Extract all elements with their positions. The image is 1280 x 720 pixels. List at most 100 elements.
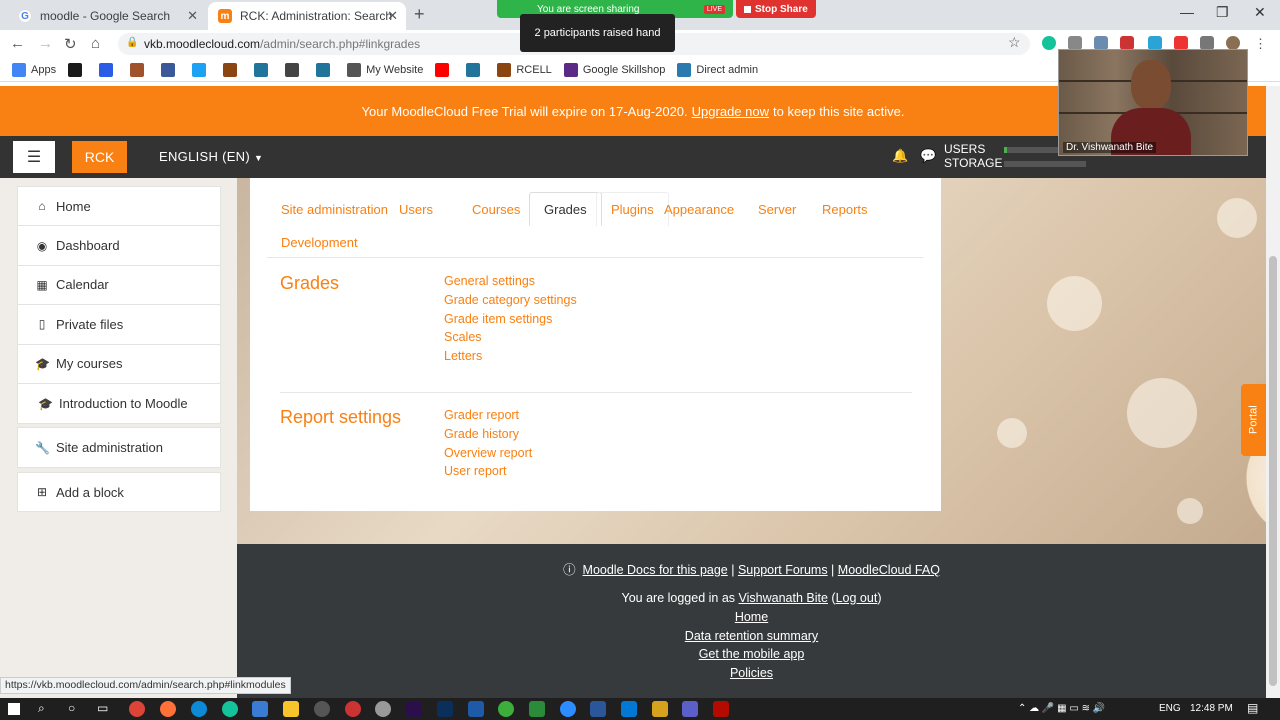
data-retention-link[interactable]: Data retention summary [685, 629, 818, 643]
profile-avatar[interactable] [1226, 36, 1240, 50]
tab-grades[interactable]: Grades [529, 192, 602, 226]
firefox-taskbar-icon[interactable] [160, 701, 176, 717]
extension-icon-4[interactable] [1148, 36, 1162, 50]
tab-server[interactable]: Server [744, 192, 810, 226]
user-profile-link[interactable]: Vishwanath Bite [739, 591, 828, 605]
bookmark-item[interactable] [316, 62, 335, 77]
settings-link[interactable]: General settings [444, 272, 577, 291]
extension-icon-3[interactable] [1120, 36, 1134, 50]
app-taskbar-icon[interactable] [498, 701, 514, 717]
extension-icon-5[interactable] [1174, 36, 1188, 50]
notifications-bell-icon[interactable]: 🔔 [892, 148, 908, 164]
scrollbar-thumb[interactable] [1269, 256, 1277, 686]
page-scrollbar[interactable] [1266, 86, 1280, 698]
reload-icon[interactable]: ↻ [64, 35, 77, 53]
home-browser-icon[interactable]: ⌂ [91, 35, 100, 52]
app-taskbar-icon[interactable] [314, 701, 330, 717]
bookmark-item[interactable] [130, 62, 149, 77]
messages-icon[interactable]: 💬 [920, 148, 936, 164]
search-icon[interactable]: ⌕ [38, 701, 45, 716]
hamburger-menu-button[interactable]: ☰ [13, 141, 55, 173]
settings-link[interactable]: Grade item settings [444, 310, 577, 329]
tab-reports[interactable]: Reports [808, 192, 882, 226]
premiere-icon[interactable] [406, 701, 422, 717]
windows-start-icon[interactable] [8, 703, 20, 715]
bookmark-item[interactable]: Apps [12, 62, 56, 77]
extension-icon-2[interactable] [1094, 36, 1108, 50]
moodle-docs-link[interactable]: Moodle Docs for this page [583, 563, 728, 577]
photoshop-icon[interactable] [437, 701, 453, 717]
settings-link[interactable]: Letters [444, 347, 577, 366]
tab-users[interactable]: Users [385, 192, 447, 226]
app-taskbar-icon[interactable] [222, 701, 238, 717]
nav-item-introduction-to-moodle[interactable]: 🎓 Introduction to Moodle [18, 384, 220, 423]
tab-site-administration[interactable]: Site administration [267, 192, 402, 226]
mobile-app-link[interactable]: Get the mobile app [699, 647, 805, 661]
task-view-icon[interactable]: ▭ [97, 701, 108, 715]
settings-link[interactable]: Overview report [444, 444, 532, 463]
clock[interactable]: 12:48 PM [1190, 703, 1233, 714]
nav-item-my-courses[interactable]: 🎓 My courses [18, 345, 220, 384]
upgrade-link[interactable]: Upgrade now [692, 104, 769, 119]
browser-tab-moodle[interactable]: m RCK: Administration: Search ✕ [208, 2, 406, 30]
cortana-icon[interactable]: ○ [68, 701, 75, 715]
browser-menu-icon[interactable]: ⋮ [1254, 36, 1268, 51]
bookmark-item[interactable] [223, 62, 242, 77]
nav-item-calendar[interactable]: ▦ Calendar [18, 266, 220, 306]
nav-item-private-files[interactable]: ▯ Private files [18, 305, 220, 345]
chrome-taskbar-icon[interactable] [129, 701, 145, 717]
grammarly-icon[interactable] [1042, 36, 1056, 50]
bookmark-item[interactable] [435, 62, 454, 77]
close-tab-icon[interactable]: ✕ [387, 8, 398, 24]
bookmark-item[interactable]: RCELL [497, 62, 552, 77]
close-tab-icon[interactable]: ✕ [187, 8, 198, 24]
download-icon[interactable] [468, 701, 484, 717]
nav-item-home[interactable]: ⌂ Home [18, 187, 220, 227]
language-menu[interactable]: ENGLISH (EN) ▼ [159, 149, 263, 164]
minimize-icon[interactable]: — [1180, 4, 1194, 20]
tab-courses[interactable]: Courses [458, 192, 534, 226]
settings-link[interactable]: User report [444, 462, 532, 481]
edge-taskbar-icon[interactable] [191, 701, 207, 717]
settings-link[interactable]: Grade category settings [444, 291, 577, 310]
input-language[interactable]: ENG [1159, 703, 1181, 714]
footer-home-link[interactable]: Home [735, 610, 768, 624]
settings-link[interactable]: Scales [444, 328, 577, 347]
tab-development[interactable]: Development [267, 225, 372, 259]
outlook-icon[interactable] [621, 701, 637, 717]
bookmark-item[interactable] [466, 62, 485, 77]
nav-item-site-administration[interactable]: 🔧 Site administration [18, 428, 220, 467]
acrobat-icon[interactable] [713, 701, 729, 717]
bookmark-item[interactable] [161, 62, 180, 77]
add-block-button[interactable]: ⊞ Add a block [18, 473, 220, 511]
notifications-icon[interactable]: ▤ [1247, 701, 1258, 715]
teams-icon[interactable] [682, 701, 698, 717]
stop-share-button[interactable]: Stop Share [736, 0, 816, 18]
support-forums-link[interactable]: Support Forums [738, 563, 828, 577]
bookmark-item[interactable]: My Website [347, 62, 423, 77]
policies-link[interactable]: Policies [730, 666, 773, 680]
bookmark-item[interactable] [285, 62, 304, 77]
maximize-icon[interactable]: ❐ [1216, 4, 1229, 21]
logout-link[interactable]: Log out [836, 591, 878, 605]
system-tray-icons[interactable]: ⌃ ☁ 🎤 ▦ ▭ ≋ 🔊 [1018, 703, 1105, 714]
word-icon[interactable] [590, 701, 606, 717]
bookmark-item[interactable]: Direct admin [677, 62, 758, 77]
app-taskbar-icon[interactable] [252, 701, 268, 717]
bookmark-item[interactable]: Google Skillshop [563, 62, 665, 77]
tab-appearance[interactable]: Appearance [650, 192, 748, 226]
forward-icon[interactable]: → [38, 35, 53, 52]
puzzle-icon[interactable] [1200, 36, 1214, 50]
file-explorer-icon[interactable] [283, 701, 299, 717]
new-tab-button[interactable]: + [414, 4, 425, 25]
bookmark-item[interactable] [68, 62, 87, 77]
app-taskbar-icon[interactable] [529, 701, 545, 717]
extension-icon-1[interactable] [1068, 36, 1082, 50]
settings-link[interactable]: Grade history [444, 425, 532, 444]
app-taskbar-icon[interactable] [652, 701, 668, 717]
settings-link[interactable]: Grader report [444, 406, 532, 425]
camera-taskbar-icon[interactable] [375, 701, 391, 717]
site-brand-link[interactable]: RCK [72, 141, 127, 173]
bookmark-item[interactable] [192, 62, 211, 77]
close-window-icon[interactable]: ✕ [1254, 4, 1266, 21]
